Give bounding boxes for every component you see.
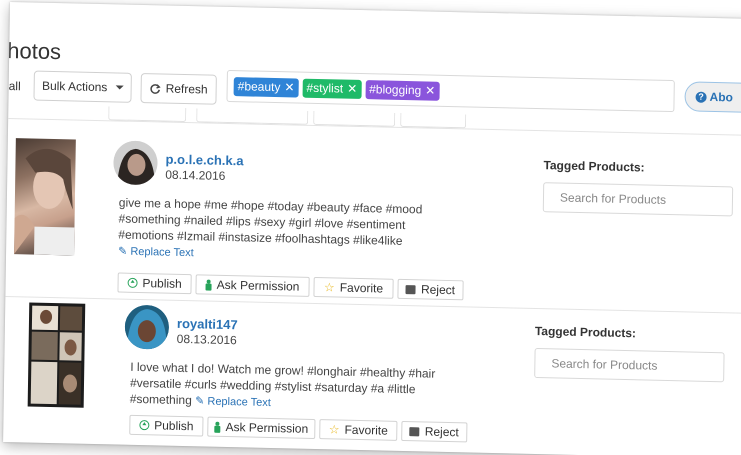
favorite-button[interactable]: ☆ Favorite xyxy=(319,419,398,441)
tag-chip[interactable]: #blogging ✕ xyxy=(365,79,440,101)
favorite-label: Favorite xyxy=(344,422,388,438)
replace-text-link[interactable]: ✎ Replace Text xyxy=(195,395,271,409)
reject-button[interactable]: Reject xyxy=(397,278,464,301)
post-date: 08.13.2016 xyxy=(176,331,237,348)
product-search-input[interactable]: Search for Products xyxy=(542,182,734,217)
tag-chip-label: #beauty xyxy=(237,79,281,95)
replace-text-label: Replace Text xyxy=(130,245,194,260)
publish-button[interactable]: Publish xyxy=(129,414,204,437)
row-divider xyxy=(5,295,741,315)
post-photo[interactable] xyxy=(14,138,76,256)
replace-text-label: Replace Text xyxy=(207,395,271,410)
publish-label: Publish xyxy=(142,276,182,291)
previous-row-button xyxy=(400,112,467,129)
bulk-actions-button[interactable]: Bulk Actions xyxy=(33,70,132,103)
person-icon xyxy=(206,279,212,290)
person-icon xyxy=(214,421,220,432)
tag-chip-label: #stylist xyxy=(306,80,344,96)
avatar-photo xyxy=(113,140,158,186)
star-icon: ☆ xyxy=(328,422,340,437)
about-button[interactable]: ? Abo xyxy=(684,81,741,114)
ask-permission-label: Ask Permission xyxy=(216,277,300,294)
post-caption: give me a hope #me #hope #today #beauty … xyxy=(118,195,423,267)
replace-text-link[interactable]: ✎ Replace Text xyxy=(118,246,194,260)
caption-line: #something xyxy=(129,391,192,408)
tagged-products-label: Tagged Products: xyxy=(543,158,645,175)
edit-icon: ✎ xyxy=(117,245,128,258)
question-icon: ? xyxy=(695,91,707,103)
tag-chip-label: #blogging xyxy=(369,82,422,98)
product-search-placeholder: Search for Products xyxy=(551,356,658,373)
product-search-placeholder: Search for Products xyxy=(559,190,667,207)
publish-button[interactable]: Publish xyxy=(117,272,192,295)
remove-tag-icon[interactable]: ✕ xyxy=(284,80,294,94)
avatar-photo xyxy=(124,304,170,350)
post-date: 08.14.2016 xyxy=(165,167,226,183)
tag-chip[interactable]: #beauty ✕ xyxy=(233,76,299,98)
reject-button[interactable]: Reject xyxy=(401,420,468,443)
ask-permission-button[interactable]: Ask Permission xyxy=(195,274,310,297)
reject-label: Reject xyxy=(420,282,456,298)
publish-label: Publish xyxy=(154,418,194,434)
ask-permission-button[interactable]: Ask Permission xyxy=(207,416,316,440)
tag-filter-input[interactable]: #beauty ✕ #stylist ✕ #blogging ✕ xyxy=(226,69,675,113)
post-username[interactable]: p.o.l.e.ch.k.a xyxy=(165,152,243,169)
ask-permission-label: Ask Permission xyxy=(225,419,309,436)
bulk-actions-label: Bulk Actions xyxy=(41,78,108,95)
refresh-button[interactable]: Refresh xyxy=(140,72,217,105)
favorite-label: Favorite xyxy=(339,280,384,296)
reject-label: Reject xyxy=(424,424,459,440)
about-label: Abo xyxy=(709,89,734,105)
collage-photo xyxy=(30,305,83,405)
refresh-icon xyxy=(150,83,161,94)
reject-icon xyxy=(405,284,417,294)
favorite-button[interactable]: ☆ Favorite xyxy=(313,276,394,299)
publish-icon xyxy=(127,277,138,288)
photos-panel: hotos all Bulk Actions Refresh #beauty ✕… xyxy=(3,2,741,455)
tag-chip[interactable]: #stylist ✕ xyxy=(302,78,362,99)
edit-icon: ✎ xyxy=(195,395,205,408)
remove-tag-icon[interactable]: ✕ xyxy=(425,83,435,97)
remove-tag-icon[interactable]: ✕ xyxy=(347,82,357,96)
portrait-photo xyxy=(14,148,75,256)
star-icon: ☆ xyxy=(323,280,335,295)
user-avatar[interactable] xyxy=(124,304,170,350)
post-caption: I love what I do! Watch me grow! #longha… xyxy=(130,359,436,415)
reject-icon xyxy=(409,426,420,436)
caret-down-icon xyxy=(115,85,124,90)
page-title: hotos xyxy=(7,37,62,65)
screenshot-stage: hotos all Bulk Actions Refresh #beauty ✕… xyxy=(0,0,741,455)
post-photo[interactable] xyxy=(27,302,86,408)
tagged-products-label: Tagged Products: xyxy=(534,323,637,341)
publish-icon xyxy=(139,420,150,431)
post-username[interactable]: royalti147 xyxy=(177,316,238,332)
select-all-label[interactable]: all xyxy=(9,79,21,93)
user-avatar[interactable] xyxy=(113,140,158,186)
product-search-input[interactable]: Search for Products xyxy=(534,347,725,383)
refresh-label: Refresh xyxy=(165,81,208,97)
